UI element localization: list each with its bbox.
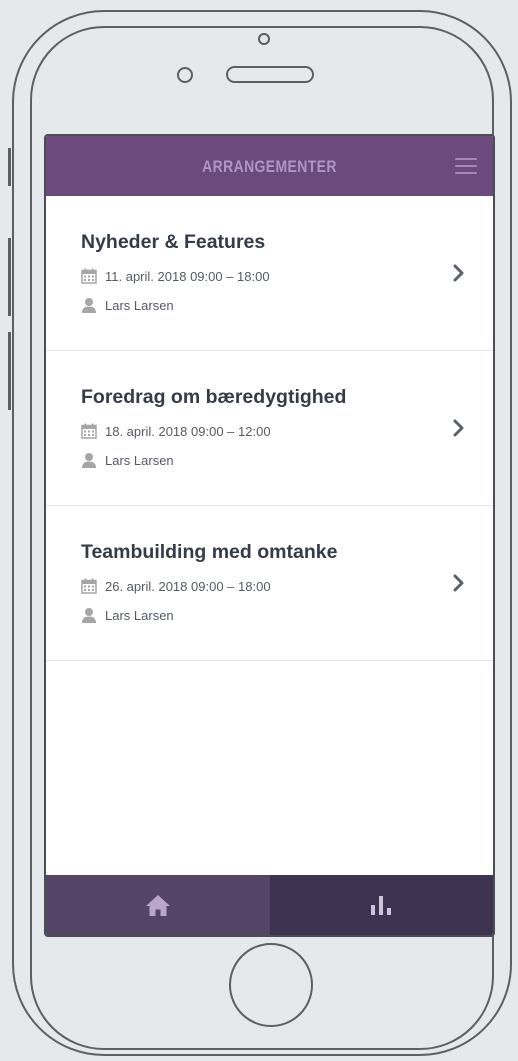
- sensor-dot: [258, 33, 270, 45]
- calendar-icon: [81, 423, 97, 439]
- mute-switch: [8, 148, 11, 186]
- event-date-row: 11. april. 2018 09:00 – 18:00: [81, 268, 270, 284]
- event-time: 09:00 – 18:00: [190, 268, 270, 284]
- calendar-icon: [81, 268, 97, 284]
- app-header: ARRANGEMENTER: [46, 136, 493, 196]
- event-list-item[interactable]: Foredrag om bæredygtighed 18. april. 201…: [46, 351, 493, 506]
- tab-home[interactable]: [46, 875, 270, 935]
- chevron-right-icon: [453, 264, 464, 282]
- app-screen: ARRANGEMENTER Nyheder & Features 11. apr…: [44, 134, 495, 937]
- bottom-tab-bar: [46, 875, 493, 935]
- tab-statistics[interactable]: [269, 875, 493, 935]
- event-time: 09:00 – 12:00: [191, 423, 271, 439]
- person-icon: [82, 298, 96, 313]
- home-icon: [145, 895, 170, 916]
- event-person-row: Lars Larsen: [81, 297, 174, 313]
- event-person-row: Lars Larsen: [81, 607, 174, 623]
- volume-down-button: [8, 332, 11, 410]
- event-time: 09:00 – 18:00: [191, 578, 271, 594]
- event-date-row: 26. april. 2018 09:00 – 18:00: [81, 578, 271, 594]
- event-person-row: Lars Larsen: [81, 452, 174, 468]
- event-title: Teambuilding med omtanke: [81, 541, 338, 563]
- event-date: 26. april. 2018: [105, 578, 188, 594]
- event-list: Nyheder & Features 11. april. 2018 09:00…: [46, 196, 493, 661]
- home-button[interactable]: [229, 943, 313, 1027]
- page-title: ARRANGEMENTER: [202, 157, 337, 176]
- event-person: Lars Larsen: [105, 297, 174, 313]
- front-camera: [177, 67, 193, 83]
- event-title: Foredrag om bæredygtighed: [81, 386, 347, 408]
- person-icon: [82, 608, 96, 623]
- calendar-icon: [81, 578, 97, 594]
- earpiece-speaker: [226, 66, 314, 83]
- chevron-right-icon: [453, 419, 464, 437]
- event-date: 18. april. 2018: [105, 423, 188, 439]
- event-date: 11. april. 2018: [105, 268, 187, 284]
- event-date-row: 18. april. 2018 09:00 – 12:00: [81, 423, 271, 439]
- hamburger-menu-icon[interactable]: [455, 158, 477, 174]
- event-list-item[interactable]: Nyheder & Features 11. april. 2018 09:00…: [46, 196, 493, 351]
- bar-chart-icon: [371, 896, 392, 915]
- event-person: Lars Larsen: [105, 607, 174, 623]
- volume-up-button: [8, 238, 11, 316]
- event-person: Lars Larsen: [105, 452, 174, 468]
- person-icon: [82, 453, 96, 468]
- event-list-item[interactable]: Teambuilding med omtanke 26. april. 2018…: [46, 506, 493, 661]
- event-title: Nyheder & Features: [81, 231, 266, 253]
- chevron-right-icon: [453, 574, 464, 592]
